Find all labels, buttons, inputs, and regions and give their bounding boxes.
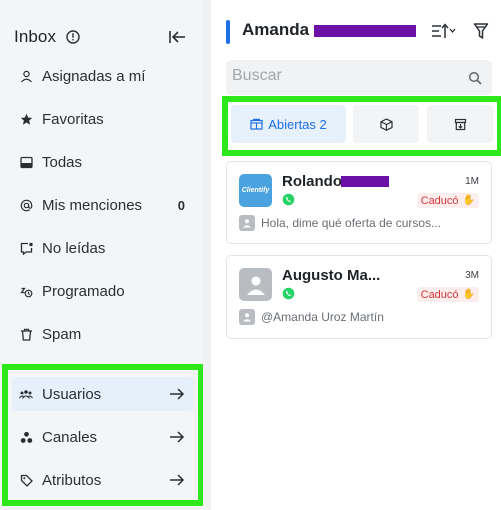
hand-icon: ✋ [462, 289, 475, 300]
sidebar-item-asignadas[interactable]: Asignadas a mí [12, 59, 195, 93]
sidebar-item-todas[interactable]: Todas [12, 145, 195, 179]
sidebar-item-label: Programado [42, 282, 125, 300]
sidebar-item-favoritas[interactable]: Favoritas [12, 102, 195, 136]
whatsapp-icon [282, 287, 295, 300]
collapse-sidebar-icon[interactable] [168, 29, 186, 45]
hand-icon: ✋ [462, 195, 475, 206]
sidebar-item-spam[interactable]: Spam [12, 317, 195, 351]
status-badge: Caducó ✋ [416, 287, 479, 302]
star-icon [18, 111, 34, 127]
conversation-list-panel: Amanda Abiertas 2 [211, 0, 501, 510]
contact-name: Augusto Ma... [282, 267, 381, 284]
trash-icon [18, 326, 34, 342]
highlight-outline [2, 364, 204, 506]
whatsapp-icon [282, 193, 295, 206]
status-badge-label: Caducó [420, 194, 459, 207]
sidebar-item-label: Mis menciones [42, 196, 143, 214]
conversation-time: 3M [465, 270, 479, 281]
inbox-tray-icon [18, 154, 34, 170]
user-avatar-icon [239, 309, 255, 325]
unread-message-icon [18, 240, 34, 256]
preview-text: @Amanda Uroz Martín [261, 310, 384, 324]
message-preview: @Amanda Uroz Martín [239, 308, 384, 326]
header-accent-bar [226, 20, 230, 44]
redaction-bar [341, 176, 389, 187]
sidebar-item-label: Todas [42, 153, 83, 171]
user-avatar-icon [239, 215, 255, 231]
search-icon[interactable] [468, 71, 482, 85]
mentions-count: 0 [177, 197, 185, 213]
sort-icon[interactable] [431, 22, 457, 40]
preview-text: Hola, dime qué oferta de cursos... [261, 216, 442, 230]
conversation-card[interactable]: Clientify Rolando 1M Caducó ✋ Hola, dime… [226, 161, 492, 244]
info-icon[interactable] [66, 30, 80, 44]
user-icon [18, 68, 34, 84]
avatar-brand-text: Clientify [241, 187, 270, 194]
snooze-icon [18, 283, 34, 299]
sidebar-item-no-leidas[interactable]: No leídas [12, 231, 195, 265]
search-input[interactable] [232, 67, 452, 85]
conversation-card[interactable]: Augusto Ma... 3M Caducó ✋ @Amanda Uroz M… [226, 255, 492, 339]
sidebar: Inbox Asignadas a mí Favoritas Todas Mis… [0, 0, 204, 510]
filter-icon[interactable] [473, 22, 489, 40]
contact-name: Rolando [282, 173, 342, 190]
sidebar-item-label: No leídas [42, 239, 106, 257]
avatar: Clientify [239, 174, 272, 207]
avatar [239, 268, 272, 301]
highlight-outline [222, 96, 501, 156]
person-placeholder-icon [246, 276, 265, 295]
at-sign-icon [18, 197, 34, 213]
sidebar-header: Inbox [14, 26, 194, 48]
search-box [226, 60, 492, 95]
sidebar-title: Inbox [14, 27, 57, 46]
conversation-time: 1M [465, 176, 479, 187]
panel-divider [203, 0, 211, 510]
agent-name: Amanda [242, 20, 310, 39]
message-preview: Hola, dime qué oferta de cursos... [239, 214, 441, 232]
sidebar-item-label: Spam [42, 325, 82, 343]
sidebar-item-label: Asignadas a mí [42, 67, 146, 85]
status-badge: Caducó ✋ [416, 193, 479, 208]
redaction-bar [314, 25, 416, 37]
sidebar-item-label: Favoritas [42, 110, 104, 128]
sidebar-item-programado[interactable]: Programado [12, 274, 195, 308]
status-badge-label: Caducó [420, 288, 459, 301]
sidebar-item-menciones[interactable]: Mis menciones 0 [12, 188, 195, 222]
